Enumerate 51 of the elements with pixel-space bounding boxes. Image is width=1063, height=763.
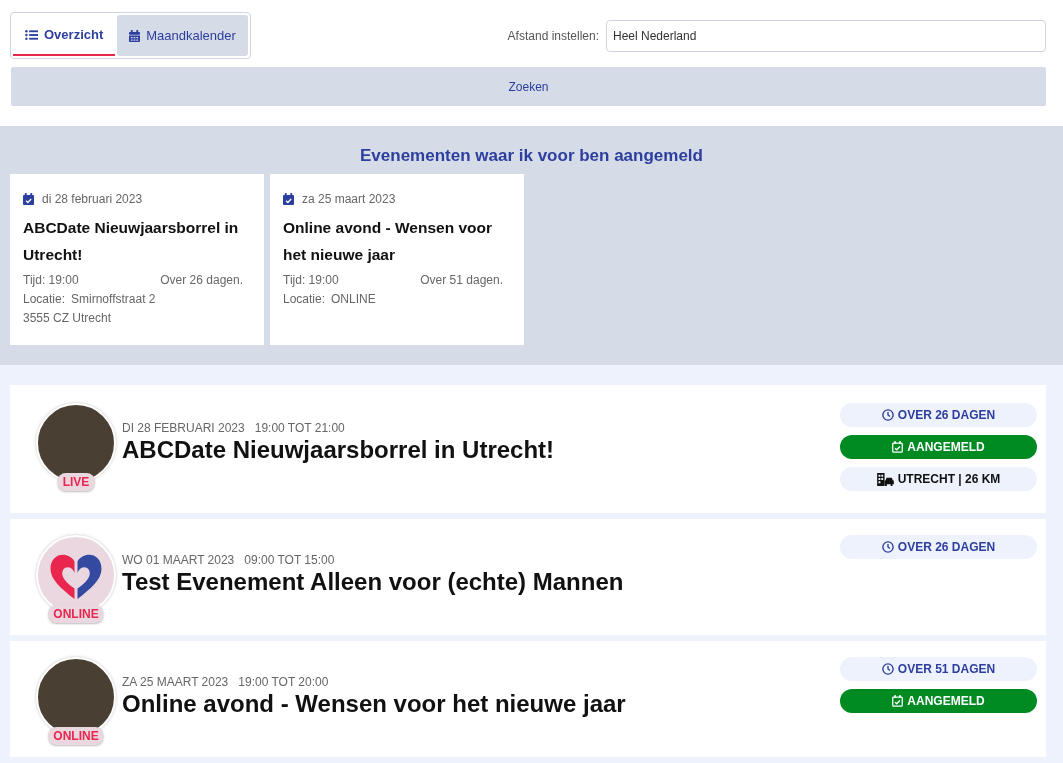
- location-text: Smirnoffstraat 2: [71, 292, 156, 306]
- event-title: ABCDate Nieuwjaarsborrel in Utrecht!: [23, 218, 240, 265]
- badge-text: OVER 26 DAGEN: [897, 540, 996, 554]
- badge-text: UTRECHT | 26 KM: [897, 472, 1001, 486]
- event-countdown: Over 51 dagen.: [420, 272, 503, 289]
- calendar-check-icon: [23, 193, 34, 205]
- event-title: Online avond - Wensen voor het nieuwe jaar: [283, 218, 493, 265]
- location-label: Locatie:: [23, 292, 66, 306]
- event-time: 19:00 TOT 21:00: [254, 421, 345, 435]
- event-time: Tijd: 19:00: [283, 272, 339, 289]
- event-title: Online avond - Wensen voor het nieuwe jaar: [122, 690, 627, 718]
- clock-icon: [881, 409, 894, 421]
- event-card[interactable]: za 25 maart 2023 Online avond - Wensen voor het nieuwe jaar Tijd: 19:00 Over 51 dagen. Locatie: ONLINE: [270, 174, 524, 345]
- event-date: ZA 25 MAART 2023: [122, 675, 229, 689]
- search-button[interactable]: Zoeken: [11, 67, 1046, 106]
- distance-field[interactable]: Heel Nederland: [606, 19, 1046, 52]
- event-row[interactable]: ONLINE WO 01 MAART 2023 09:00 TOT 15:00 Test Evenement Alleen voor (echte) Mannen OVER 26 DAGEN: [10, 519, 1046, 635]
- distance-label: Afstand instellen:: [507, 28, 599, 43]
- list-icon: [25, 28, 38, 41]
- event-title: Test Evenement Alleen voor (echte) Mannen: [122, 568, 625, 596]
- event-row[interactable]: LIVE DI 28 FEBRUARI 2023 19:00 TOT 21:00 ABCDate Nieuwjaarsborrel in Utrecht! OVER 26 DAGEN AANGEMELD UTRECHT | 26 KM: [10, 385, 1046, 513]
- location-text: ONLINE: [331, 292, 376, 306]
- building-car-icon: [876, 472, 894, 486]
- calendar-check-icon: [283, 193, 294, 205]
- badge-text: AANGEMELD: [907, 440, 985, 454]
- event-time: 09:00 TOT 15:00: [244, 553, 335, 567]
- event-title: ABCDate Nieuwjaarsborrel in Utrecht!: [122, 436, 556, 464]
- event-date: WO 01 MAART 2023: [122, 553, 235, 567]
- clock-icon: [881, 541, 894, 553]
- location-text: 3555 CZ Utrecht: [23, 310, 113, 327]
- event-countdown: Over 26 dagen.: [160, 272, 243, 289]
- badge-text: OVER 26 DAGEN: [897, 408, 996, 422]
- status-tag: ONLINE: [48, 605, 104, 623]
- event-date: di 28 februari 2023: [42, 192, 143, 206]
- badge-text: AANGEMELD: [907, 694, 985, 708]
- clock-icon: [881, 663, 894, 675]
- calendar-check-icon: [892, 441, 904, 453]
- event-date: DI 28 FEBRUARI 2023: [122, 421, 245, 435]
- status-tag: LIVE: [57, 473, 95, 491]
- event-date: za 25 maart 2023: [302, 192, 396, 206]
- section-title: Evenementen waar ik voor ben aangemeld: [359, 146, 704, 166]
- event-time: Tijd: 19:00: [23, 272, 79, 289]
- status-tag: ONLINE: [48, 727, 104, 745]
- view-tab[interactable]: Maandkalender: [117, 15, 248, 56]
- event-card[interactable]: di 28 februari 2023 ABCDate Nieuwjaarsborrel in Utrecht! Tijd: 19:00 Over 26 dagen. Locatie: Smirnoffstraat 2 3555 CZ Utrecht: [10, 174, 264, 345]
- badge-text: OVER 51 DAGEN: [897, 662, 996, 676]
- calendar-check-icon: [892, 695, 904, 707]
- event-row[interactable]: ONLINE ZA 25 MAART 2023 19:00 TOT 20:00 Online avond - Wensen voor het nieuwe jaar OVER 51 DAGEN AANGEMELD: [10, 641, 1046, 757]
- event-time: 19:00 TOT 20:00: [238, 675, 329, 689]
- location-label: Locatie:: [283, 292, 326, 306]
- calendar-icon: [129, 29, 141, 42]
